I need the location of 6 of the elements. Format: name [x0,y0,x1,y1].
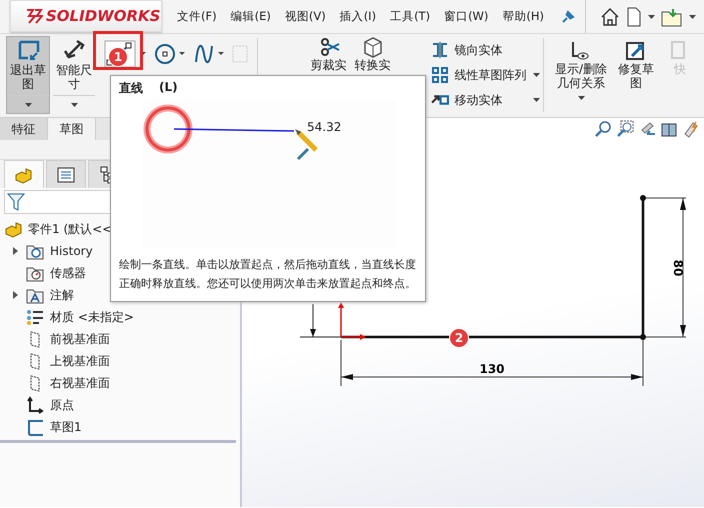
shortcut-key: (L) [159,80,178,97]
ribbon-button: 快 [660,36,700,114]
tooltip-title: 直线 [119,80,143,97]
tooltip-description: 绘制一条直线。单击以放置起点，然后拖动直线，当直线长度正确时释放直线。您还可以使用两次单击来放置起点和终点。 [119,257,417,292]
logo-text: SOLIDWORKS [46,7,160,25]
length-value: 54.32 [307,120,342,134]
